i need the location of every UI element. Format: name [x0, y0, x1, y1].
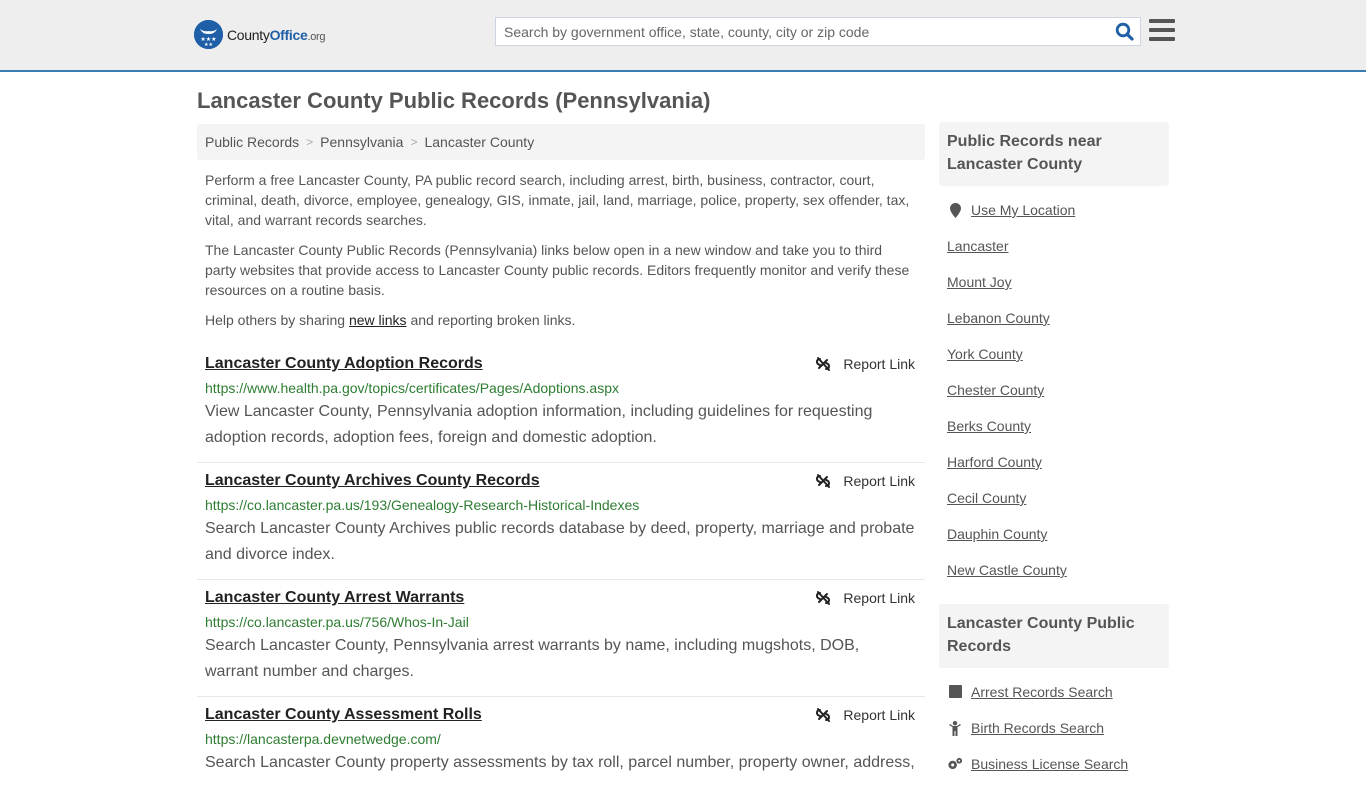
use-my-location-link[interactable]: Use My Location [971, 200, 1075, 220]
breadcrumb-separator: > [410, 135, 418, 149]
help-paragraph: Help others by sharing new links and rep… [205, 310, 917, 330]
county-record-item: Birth Records Search [947, 718, 1161, 754]
search-bar [495, 17, 1141, 46]
nearby-item: Mount Joy [947, 272, 1161, 308]
breadcrumb-public-records[interactable]: Public Records [205, 134, 299, 150]
nearby-link-lebanon-county[interactable]: Lebanon County [947, 308, 1050, 328]
logo-text-org: .org [307, 30, 326, 43]
help-text: Help others by sharing [205, 312, 349, 328]
record-item: Lancaster County Assessment Rolls Report… [197, 697, 925, 787]
svg-text:★★: ★★ [204, 42, 213, 48]
sidebar: Public Records near Lancaster County Use… [939, 122, 1169, 790]
nearby-list: Use My Location Lancaster Mount Joy Leba… [939, 186, 1169, 596]
nearby-heading: Public Records near Lancaster County [939, 122, 1169, 186]
hamburger-menu-icon[interactable] [1149, 19, 1175, 41]
record-title-link[interactable]: Lancaster County Archives County Records [205, 471, 540, 491]
main-content: Public Records > Pennsylvania > Lancaste… [197, 124, 925, 787]
business-license-search-link[interactable]: Business License Search [971, 754, 1128, 774]
breadcrumb-pennsylvania[interactable]: Pennsylvania [320, 134, 403, 150]
nearby-item: Cecil County [947, 488, 1161, 524]
record-description: Search Lancaster County, Pennsylvania ar… [205, 637, 860, 680]
nearby-link-chester-county[interactable]: Chester County [947, 380, 1044, 400]
help-text: and reporting broken links. [406, 312, 576, 328]
record-title-link[interactable]: Lancaster County Assessment Rolls [205, 705, 482, 725]
map-marker-icon [947, 203, 963, 218]
menu-bar [1149, 28, 1175, 32]
breadcrumb: Public Records > Pennsylvania > Lancaste… [197, 124, 925, 160]
intro-paragraph: The Lancaster County Public Records (Pen… [205, 242, 910, 298]
nearby-link-york-county[interactable]: York County [947, 344, 1023, 364]
record-description: Search Lancaster County Archives public … [205, 520, 915, 563]
broken-link-icon [816, 708, 831, 722]
nearby-item: Lebanon County [947, 308, 1161, 344]
record-url[interactable]: https://lancasterpa.devnetwedge.com/ [205, 729, 917, 749]
nearby-item: York County [947, 344, 1161, 380]
record-item: Lancaster County Adoption Records Report… [197, 346, 925, 463]
new-links-link[interactable]: new links [349, 312, 407, 328]
search-button[interactable] [1108, 18, 1140, 45]
child-icon [947, 721, 963, 736]
report-link-label: Report Link [843, 707, 915, 723]
record-title-link[interactable]: Lancaster County Adoption Records [205, 354, 483, 374]
county-records-heading: Lancaster County Public Records [939, 604, 1169, 668]
logo-wordmark: CountyOffice.org [227, 26, 326, 43]
site-logo[interactable]: ★★★ ★★ CountyOffice.org [194, 20, 326, 49]
report-link-button[interactable]: Report Link [815, 707, 915, 723]
broken-link-icon [816, 474, 831, 488]
intro-section: Perform a free Lancaster County, PA publ… [197, 170, 925, 330]
nearby-link-dauphin-county[interactable]: Dauphin County [947, 524, 1047, 544]
report-link-button[interactable]: Report Link [815, 590, 915, 606]
site-header: ★★★ ★★ CountyOffice.org [0, 0, 1366, 72]
record-url[interactable]: https://co.lancaster.pa.us/193/Genealogy… [205, 495, 917, 515]
menu-bar [1149, 19, 1175, 23]
nearby-link-mount-joy[interactable]: Mount Joy [947, 272, 1012, 292]
birth-records-search-link[interactable]: Birth Records Search [971, 718, 1104, 738]
nearby-item: New Castle County [947, 560, 1161, 596]
arrest-records-search-link[interactable]: Arrest Records Search [971, 682, 1113, 702]
breadcrumb-separator: > [306, 135, 314, 149]
menu-bar [1149, 37, 1175, 41]
report-link-label: Report Link [843, 356, 915, 372]
nearby-link-new-castle-county[interactable]: New Castle County [947, 560, 1067, 580]
record-item: Lancaster County Archives County Records… [197, 463, 925, 580]
county-records-list: Arrest Records Search Birth Records Sear… [939, 668, 1169, 790]
record-url[interactable]: https://co.lancaster.pa.us/756/Whos-In-J… [205, 612, 917, 632]
search-input[interactable] [496, 18, 1108, 45]
nearby-item: Berks County [947, 416, 1161, 452]
nearby-link-berks-county[interactable]: Berks County [947, 416, 1031, 436]
logo-text-county: County [227, 26, 270, 43]
nearby-item: Lancaster [947, 236, 1161, 272]
record-item: Lancaster County Arrest Warrants Report … [197, 580, 925, 697]
report-link-label: Report Link [843, 590, 915, 606]
report-link-button[interactable]: Report Link [815, 473, 915, 489]
record-title-link[interactable]: Lancaster County Arrest Warrants [205, 588, 464, 608]
eagle-stars-logo-icon: ★★★ ★★ [194, 20, 223, 49]
gears-icon [947, 757, 963, 771]
records-list: Lancaster County Adoption Records Report… [197, 346, 925, 787]
report-link-label: Report Link [843, 473, 915, 489]
county-record-item: Business License Search [947, 754, 1161, 790]
record-description: Search Lancaster County property assessm… [205, 754, 915, 771]
nearby-item: Chester County [947, 380, 1161, 416]
county-record-item: Arrest Records Search [947, 682, 1161, 718]
logo-text-office: Office [269, 26, 308, 43]
report-link-button[interactable]: Report Link [815, 356, 915, 372]
nearby-item: Dauphin County [947, 524, 1161, 560]
page-title: Lancaster County Public Records (Pennsyl… [197, 88, 711, 113]
square-icon [947, 685, 963, 698]
nearby-link-cecil-county[interactable]: Cecil County [947, 488, 1026, 508]
search-icon [1115, 22, 1134, 41]
broken-link-icon [816, 357, 831, 371]
intro-paragraph: Perform a free Lancaster County, PA publ… [205, 172, 910, 228]
record-description: View Lancaster County, Pennsylvania adop… [205, 403, 873, 446]
use-location-item: Use My Location [947, 200, 1161, 236]
record-url[interactable]: https://www.health.pa.gov/topics/certifi… [205, 378, 917, 398]
nearby-link-harford-county[interactable]: Harford County [947, 452, 1042, 472]
nearby-link-lancaster[interactable]: Lancaster [947, 236, 1008, 256]
broken-link-icon [816, 591, 831, 605]
breadcrumb-lancaster-county[interactable]: Lancaster County [424, 134, 534, 150]
nearby-item: Harford County [947, 452, 1161, 488]
